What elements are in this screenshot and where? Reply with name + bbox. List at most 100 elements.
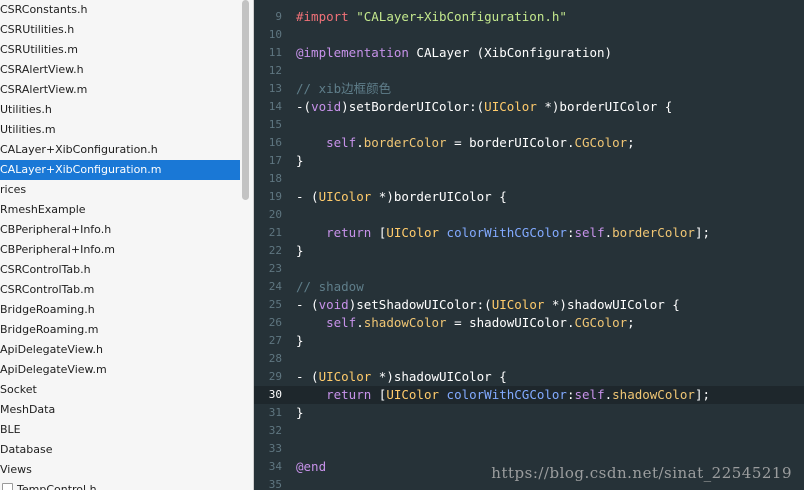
code-token: ]; bbox=[694, 225, 710, 240]
code-line[interactable]: @implementation CALayer (XibConfiguratio… bbox=[296, 44, 612, 62]
code-line[interactable]: } bbox=[296, 152, 304, 170]
line-number: 12 bbox=[268, 64, 282, 77]
line-number: 29 bbox=[268, 370, 282, 383]
file-list-item[interactable]: BLE bbox=[0, 420, 240, 440]
file-list-item[interactable]: CALayer+XibConfiguration.h bbox=[0, 140, 240, 160]
file-name-label: CALayer+XibConfiguration.h bbox=[0, 143, 158, 156]
file-list-item[interactable]: rices bbox=[0, 180, 240, 200]
file-name-label: TempControl.h bbox=[17, 483, 97, 490]
code-token: @end bbox=[296, 459, 327, 474]
code-token: )setShadowUIColor:( bbox=[348, 297, 492, 312]
line-number: 23 bbox=[268, 262, 282, 275]
file-list-item[interactable]: CSRControlTab.h bbox=[0, 260, 240, 280]
line-number: 25 bbox=[268, 298, 282, 311]
line-number: 16 bbox=[268, 136, 282, 149]
file-list-item[interactable]: CSRUtilities.m bbox=[0, 40, 240, 60]
code-token: = borderUIColor. bbox=[446, 135, 575, 150]
file-list-item[interactable]: CSRAlertView.m bbox=[0, 80, 240, 100]
file-list-item[interactable]: TempControl.h bbox=[0, 480, 240, 490]
file-list-item[interactable]: CALayer+XibConfiguration.m bbox=[0, 160, 240, 180]
code-token: self bbox=[326, 315, 357, 330]
file-name-label: Utilities.h bbox=[0, 103, 52, 116]
file-list-item[interactable]: ApiDelegateView.h bbox=[0, 340, 240, 360]
code-editor[interactable]: 9 10 11 12 13 14 15 16 17 18 19 20 21 22 23 24 25 26 27 28 2… bbox=[254, 0, 804, 490]
watermark: https://blog.csdn.net/sinat_22545219 bbox=[491, 464, 792, 482]
file-list-item[interactable]: BridgeRoaming.h bbox=[0, 300, 240, 320]
code-token: *)borderUIColor { bbox=[536, 99, 673, 114]
code-line[interactable]: // xib边框颜色 bbox=[296, 80, 391, 98]
file-name-label: CBPeripheral+Info.h bbox=[0, 223, 112, 236]
code-line[interactable]: - (UIColor *)shadowUIColor { bbox=[296, 368, 507, 386]
code-line[interactable]: self.shadowColor = shadowUIColor.CGColor… bbox=[296, 314, 635, 332]
file-name-label: CSRAlertView.m bbox=[0, 83, 88, 96]
line-number: 11 bbox=[268, 46, 282, 59]
file-list-item[interactable]: MeshData bbox=[0, 400, 240, 420]
code-line[interactable]: - (UIColor *)borderUIColor { bbox=[296, 188, 507, 206]
line-number: 21 bbox=[268, 226, 282, 239]
code-token: CALayer (XibConfiguration) bbox=[408, 45, 613, 60]
project-navigator: CSRConstants.h CSRUtilities.h CSRUtilities… bbox=[0, 0, 254, 490]
code-token: : bbox=[566, 225, 575, 240]
code-line[interactable]: return [UIColor colorWithCGColor:self.bo… bbox=[296, 224, 710, 242]
file-list-item[interactable]: Views bbox=[0, 460, 240, 480]
file-list-item[interactable]: CSRAlertView.h bbox=[0, 60, 240, 80]
line-number: 24 bbox=[268, 280, 282, 293]
code-token: [ bbox=[371, 225, 387, 240]
code-line[interactable]: - (void)setShadowUIColor:(UIColor *)shad… bbox=[296, 296, 680, 314]
file-name-label: rices bbox=[0, 183, 27, 196]
code-token: . bbox=[604, 225, 613, 240]
file-list-item[interactable]: Socket bbox=[0, 380, 240, 400]
line-number: 32 bbox=[268, 424, 282, 437]
file-name-label: RmeshExample bbox=[0, 203, 86, 216]
file-list-item[interactable]: BridgeRoaming.m bbox=[0, 320, 240, 340]
code-token: self bbox=[574, 387, 605, 402]
code-token: [ bbox=[371, 387, 387, 402]
code-line[interactable]: #import "CALayer+XibConfiguration.h" bbox=[296, 8, 567, 26]
file-list-item[interactable]: Database bbox=[0, 440, 240, 460]
code-line[interactable]: self.borderColor = borderUIColor.CGColor… bbox=[296, 134, 635, 152]
file-list: CSRConstants.h CSRUtilities.h CSRUtilities… bbox=[0, 0, 240, 490]
code-line[interactable]: return [UIColor colorWithCGColor:self.sh… bbox=[296, 386, 710, 404]
code-token: CGColor bbox=[574, 315, 628, 330]
code-token: borderColor bbox=[363, 135, 447, 150]
code-line[interactable]: -(void)setBorderUIColor:(UIColor *)borde… bbox=[296, 98, 672, 116]
file-list-item[interactable]: CSRControlTab.m bbox=[0, 280, 240, 300]
line-number: 28 bbox=[268, 352, 282, 365]
code-line[interactable]: } bbox=[296, 242, 304, 260]
code-line[interactable]: @end bbox=[296, 458, 326, 476]
file-list-item[interactable]: Utilities.m bbox=[0, 120, 240, 140]
code-line[interactable]: } bbox=[296, 404, 304, 422]
file-list-item[interactable]: Utilities.h bbox=[0, 100, 240, 120]
file-list-item[interactable]: CSRUtilities.h bbox=[0, 20, 240, 40]
navigator-scrollbar[interactable] bbox=[242, 0, 249, 200]
line-number: 26 bbox=[268, 316, 282, 329]
line-number: 34 bbox=[268, 460, 282, 473]
code-token: = shadowUIColor. bbox=[446, 315, 575, 330]
code-token: -( bbox=[296, 99, 312, 114]
code-token: CGColor bbox=[574, 135, 628, 150]
file-list-item[interactable]: CSRConstants.h bbox=[0, 0, 240, 20]
line-number: 10 bbox=[268, 28, 282, 41]
file-name-label: CSRConstants.h bbox=[0, 3, 88, 16]
code-token: @implementation bbox=[296, 45, 409, 60]
line-number: 17 bbox=[268, 154, 282, 167]
code-token: : bbox=[566, 387, 575, 402]
line-number: 31 bbox=[268, 406, 282, 419]
code-token: return bbox=[326, 387, 372, 402]
file-list-item[interactable]: CBPeripheral+Info.h bbox=[0, 220, 240, 240]
line-number: 9 bbox=[275, 10, 282, 23]
code-token: // xib边框颜色 bbox=[296, 81, 392, 96]
code-token: self bbox=[574, 225, 605, 240]
file-list-item[interactable]: RmeshExample bbox=[0, 200, 240, 220]
code-token: } bbox=[296, 153, 304, 168]
code-line[interactable]: } bbox=[296, 332, 304, 350]
file-list-item[interactable]: ApiDelegateView.m bbox=[0, 360, 240, 380]
code-line[interactable]: // shadow bbox=[296, 278, 364, 296]
code-token: UIColor bbox=[484, 99, 537, 114]
file-name-label: CSRControlTab.h bbox=[0, 263, 91, 276]
file-name-label: CSRUtilities.h bbox=[0, 23, 75, 36]
file-list-item[interactable]: CBPeripheral+Info.m bbox=[0, 240, 240, 260]
code-token: - ( bbox=[296, 369, 319, 384]
code-token: "CALayer+XibConfiguration.h" bbox=[356, 9, 567, 24]
